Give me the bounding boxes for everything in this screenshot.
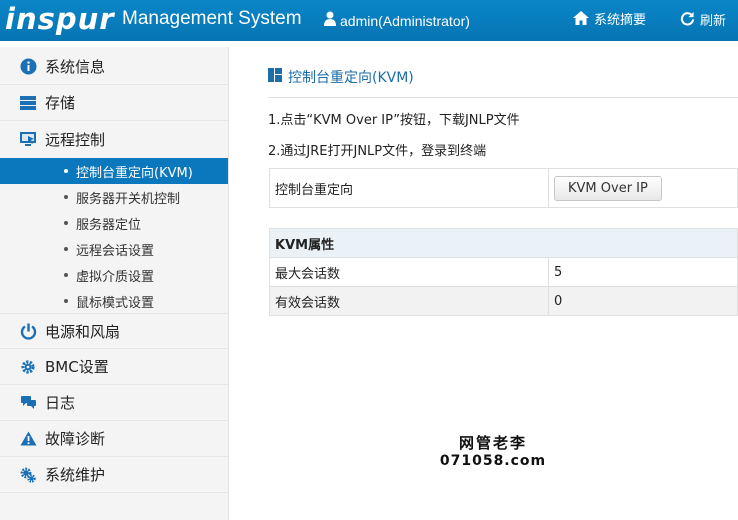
kvm-properties-heading: KVM属性 bbox=[269, 228, 738, 258]
sidebar-item-remote-control[interactable]: 远程控制 bbox=[0, 121, 228, 157]
monitor-icon bbox=[19, 130, 37, 148]
subitem-server-locate[interactable]: 服务器定位 bbox=[0, 210, 228, 236]
sidebar-item-label: 日志 bbox=[45, 394, 76, 412]
gear-icon bbox=[19, 358, 37, 376]
redirect-table: 控制台重定向 KVM Over IP bbox=[269, 168, 738, 208]
sidebar-item-power-and-fans[interactable]: 电源和风扇 bbox=[0, 313, 228, 349]
subitem-server-power-control[interactable]: 服务器开关机控制 bbox=[0, 184, 228, 210]
top-header-bar: inspur Management System admin(Administr… bbox=[0, 0, 738, 41]
bullet bbox=[64, 299, 68, 303]
sidebar-item-label: 系统维护 bbox=[45, 466, 106, 484]
redirect-label: 控制台重定向 bbox=[269, 168, 549, 208]
sidebar-item-label: 系统信息 bbox=[45, 58, 106, 76]
sidebar-item-bmc-settings[interactable]: BMC设置 bbox=[0, 349, 228, 385]
subitem-remote-session-settings[interactable]: 远程会话设置 bbox=[0, 236, 228, 262]
subitem-label: 服务器开关机控制 bbox=[76, 191, 181, 207]
subitem-virtual-media-settings[interactable]: 虚拟介质设置 bbox=[0, 262, 228, 288]
title-divider bbox=[268, 97, 738, 98]
bullet bbox=[64, 247, 68, 251]
watermark-line-1: 网管老李 bbox=[458, 434, 527, 452]
sidebar-item-system-maintenance[interactable]: 系统维护 bbox=[0, 457, 228, 493]
refresh-label: 刷新 bbox=[700, 13, 727, 29]
user-name: admin(Administrator) bbox=[340, 12, 470, 29]
system-summary-label: 系统摘要 bbox=[594, 13, 647, 28]
instruction-step-2: 2.通过JRE打开JNLP文件，登录到终端 bbox=[268, 144, 487, 159]
bullet bbox=[64, 195, 68, 199]
sidebar-item-label: 电源和风扇 bbox=[45, 322, 121, 341]
active-sessions-value: 0 bbox=[548, 286, 738, 316]
kvm-properties-table: KVM属性 最大会话数 5 有效会话数 0 bbox=[269, 228, 738, 316]
page-title: 控制台重定向(KVM) bbox=[268, 67, 414, 87]
kvm-over-ip-button[interactable]: KVM Over IP bbox=[554, 175, 662, 201]
redirect-action-cell: KVM Over IP bbox=[548, 168, 738, 208]
layout-icon bbox=[268, 68, 282, 86]
sidebar-item-label: 存储 bbox=[45, 94, 76, 112]
subitem-label: 控制台重定向(KVM) bbox=[76, 165, 193, 181]
table-row: 最大会话数 5 bbox=[269, 257, 738, 287]
refresh-button[interactable]: 刷新 bbox=[680, 11, 726, 32]
max-sessions-label: 最大会话数 bbox=[269, 257, 549, 287]
max-sessions-value: 5 bbox=[548, 257, 738, 287]
gears-icon bbox=[19, 466, 37, 484]
page-title-text: 控制台重定向(KVM) bbox=[288, 70, 414, 86]
subitem-label: 服务器定位 bbox=[76, 217, 142, 233]
warning-icon bbox=[19, 430, 37, 448]
sidebar-item-storage[interactable]: 存储 bbox=[0, 85, 228, 121]
watermark: 网管老李 071058.com bbox=[438, 432, 548, 469]
sidebar-item-label: BMC设置 bbox=[45, 358, 109, 376]
subitem-label: 远程会话设置 bbox=[76, 243, 155, 259]
sidebar-nav: 系统信息 存储 远程控制 控制台重定向(KVM) 服务器开关机控制 服务器定位 … bbox=[0, 47, 229, 520]
app-title: Management System bbox=[122, 8, 302, 29]
table-header-row: KVM属性 bbox=[269, 228, 738, 258]
bullet bbox=[64, 221, 68, 225]
bullet bbox=[64, 273, 68, 277]
chat-icon bbox=[19, 394, 37, 412]
subitem-label: 虚拟介质设置 bbox=[76, 269, 155, 285]
home-icon bbox=[573, 11, 589, 31]
table-row: 有效会话数 0 bbox=[269, 286, 738, 316]
subitem-console-redirection-kvm[interactable]: 控制台重定向(KVM) bbox=[0, 158, 228, 184]
sidebar-item-label: 远程控制 bbox=[45, 130, 106, 149]
system-summary-button[interactable]: 系统摘要 bbox=[573, 11, 646, 31]
user-info[interactable]: admin(Administrator) bbox=[324, 11, 470, 30]
watermark-line-2: 071058.com bbox=[439, 453, 547, 469]
user-icon bbox=[324, 11, 336, 30]
sidebar-item-label: 故障诊断 bbox=[45, 430, 106, 448]
active-sessions-label: 有效会话数 bbox=[269, 286, 549, 316]
sidebar-item-logs[interactable]: 日志 bbox=[0, 385, 228, 421]
bullet bbox=[64, 169, 68, 173]
power-icon bbox=[19, 322, 37, 340]
subitem-label: 鼠标模式设置 bbox=[76, 295, 155, 311]
sidebar-item-fault-diagnosis[interactable]: 故障诊断 bbox=[0, 421, 228, 457]
info-icon bbox=[19, 58, 37, 76]
subitem-mouse-mode-settings[interactable]: 鼠标模式设置 bbox=[0, 288, 228, 314]
sidebar-item-system-info[interactable]: 系统信息 bbox=[0, 49, 228, 85]
refresh-icon bbox=[680, 11, 695, 32]
storage-icon bbox=[19, 94, 37, 112]
brand-logo: inspur bbox=[5, 2, 115, 36]
instruction-step-1: 1.点击“KVM Over IP”按钮，下载JNLP文件 bbox=[268, 113, 520, 128]
